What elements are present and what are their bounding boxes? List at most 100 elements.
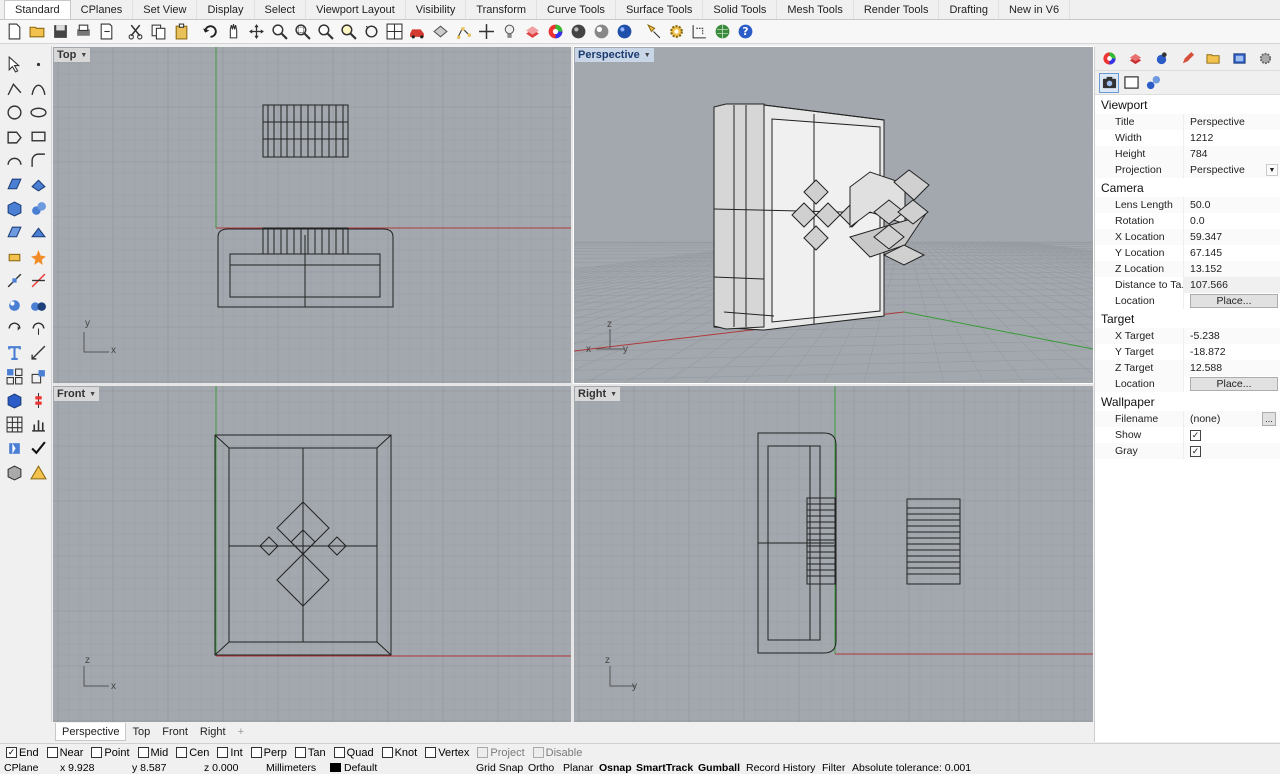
- camera-place-button[interactable]: Place...: [1190, 294, 1278, 308]
- select-icon[interactable]: [430, 21, 451, 42]
- cube-icon[interactable]: [2, 388, 26, 412]
- tab-mesh-tools[interactable]: Mesh Tools: [777, 0, 854, 19]
- shaded-sphere-icon[interactable]: [568, 21, 589, 42]
- paste-icon[interactable]: [171, 21, 192, 42]
- osnap-checkbox[interactable]: [425, 747, 437, 758]
- zoom-selected-icon[interactable]: [338, 21, 359, 42]
- transform-icon[interactable]: [2, 268, 26, 292]
- point-icon[interactable]: [26, 52, 50, 76]
- prop-value-field[interactable]: 67.145: [1183, 245, 1280, 261]
- viewport-perspective[interactable]: z x y Perspective ▼: [573, 46, 1094, 384]
- show-checkbox[interactable]: ✓: [1190, 429, 1201, 441]
- osnap-perp[interactable]: Perp: [250, 747, 287, 759]
- record-history-toggle[interactable]: Record History: [746, 762, 822, 774]
- import-icon[interactable]: [96, 21, 117, 42]
- dimension-icon[interactable]: [26, 340, 50, 364]
- osnap-checkbox[interactable]: [176, 747, 188, 758]
- array-icon[interactable]: [2, 364, 26, 388]
- copy-icon[interactable]: [148, 21, 169, 42]
- tab-select[interactable]: Select: [255, 0, 307, 19]
- prop-value-field[interactable]: 50.0: [1183, 197, 1280, 213]
- prop-value-field[interactable]: 784: [1183, 146, 1280, 162]
- tab-new-in-v6[interactable]: New in V6: [999, 0, 1071, 19]
- osnap-quad[interactable]: Quad: [333, 747, 374, 759]
- settings-gear-icon[interactable]: [1255, 49, 1275, 69]
- viewport-tab-top[interactable]: Top: [126, 723, 156, 741]
- rendered-sphere-icon[interactable]: [591, 21, 612, 42]
- pen-icon[interactable]: [1177, 49, 1197, 69]
- pan-icon[interactable]: [223, 21, 244, 42]
- color-wheel-icon[interactable]: [1099, 49, 1119, 69]
- viewport-frame-icon[interactable]: [1121, 73, 1141, 93]
- prop-value-field[interactable]: Perspective: [1183, 114, 1280, 130]
- four-viewports-icon[interactable]: [384, 21, 405, 42]
- boolean-icon[interactable]: [26, 244, 50, 268]
- tab-viewport-layout[interactable]: Viewport Layout: [306, 0, 406, 19]
- add-viewport-tab-icon[interactable]: +: [232, 723, 250, 741]
- open-file-icon[interactable]: [27, 21, 48, 42]
- circle-icon[interactable]: [2, 100, 26, 124]
- osnap-vertex[interactable]: Vertex: [425, 747, 469, 759]
- snap-grid-icon[interactable]: [689, 21, 710, 42]
- osnap-checkbox[interactable]: [477, 747, 489, 758]
- viewport-label-top[interactable]: Top ▼: [54, 48, 91, 62]
- ellipse-icon[interactable]: [26, 100, 50, 124]
- viewport-label-right[interactable]: Right ▼: [575, 387, 621, 401]
- surface-icon[interactable]: [2, 172, 26, 196]
- osnap-checkbox[interactable]: [333, 747, 345, 758]
- tab-curve-tools[interactable]: Curve Tools: [537, 0, 616, 19]
- tab-solid-tools[interactable]: Solid Tools: [703, 0, 778, 19]
- osnap-checkbox[interactable]: ✓: [6, 747, 17, 758]
- tab-set-view[interactable]: Set View: [133, 0, 198, 19]
- render-spheres-icon[interactable]: [1143, 73, 1163, 93]
- osnap-near[interactable]: Near: [46, 747, 83, 759]
- undo-view-icon[interactable]: [361, 21, 382, 42]
- undo-icon[interactable]: [200, 21, 221, 42]
- warning-icon[interactable]: [26, 460, 50, 484]
- osnap-end[interactable]: ✓ End: [6, 747, 39, 759]
- light-bulb-icon[interactable]: [499, 21, 520, 42]
- globe-icon[interactable]: [712, 21, 733, 42]
- tab-cplanes[interactable]: CPlanes: [71, 0, 134, 19]
- mesh-plane-icon[interactable]: [26, 220, 50, 244]
- camera-icon[interactable]: [1099, 72, 1119, 93]
- solid-icon[interactable]: [2, 292, 26, 316]
- osnap-checkbox[interactable]: [137, 747, 149, 758]
- osnap-checkbox[interactable]: [217, 747, 229, 758]
- check-icon[interactable]: [26, 436, 50, 460]
- osnap-checkbox[interactable]: [250, 747, 262, 758]
- arc-icon[interactable]: [2, 148, 26, 172]
- tab-drafting[interactable]: Drafting: [939, 0, 999, 19]
- viewport-right[interactable]: z y Right ▼: [574, 386, 1093, 722]
- solid-tools-icon[interactable]: [26, 292, 50, 316]
- options-gear-icon[interactable]: [666, 21, 687, 42]
- osnap-checkbox[interactable]: [91, 747, 103, 758]
- rotate-icon[interactable]: [2, 316, 26, 340]
- material-icon[interactable]: [2, 460, 26, 484]
- browse-button[interactable]: ...: [1262, 412, 1276, 426]
- trim-icon[interactable]: [26, 268, 50, 292]
- spheres-icon[interactable]: [26, 196, 50, 220]
- osnap-mid[interactable]: Mid: [137, 747, 168, 759]
- grid-snap-toggle[interactable]: Grid Snap: [476, 762, 528, 774]
- viewport-tab-front[interactable]: Front: [156, 723, 194, 741]
- help-icon[interactable]: ?: [735, 21, 756, 42]
- tab-surface-tools[interactable]: Surface Tools: [616, 0, 704, 19]
- folder-icon[interactable]: [1203, 49, 1223, 69]
- move-icon[interactable]: [476, 21, 497, 42]
- osnap-knot[interactable]: Knot: [381, 747, 417, 759]
- prop-value-field[interactable]: 1212: [1183, 130, 1280, 146]
- tab-display[interactable]: Display: [197, 0, 255, 19]
- render-sphere-icon[interactable]: [614, 21, 635, 42]
- box-icon[interactable]: [2, 196, 26, 220]
- zoom-window-icon[interactable]: [292, 21, 313, 42]
- polyline-icon[interactable]: [2, 76, 26, 100]
- layers-icon[interactable]: [1125, 49, 1145, 69]
- planar-toggle[interactable]: Planar: [563, 762, 599, 774]
- polygon-icon[interactable]: [2, 124, 26, 148]
- viewport-front[interactable]: z x Front ▼: [53, 386, 571, 722]
- gray-checkbox[interactable]: ✓: [1190, 445, 1201, 457]
- mesh-icon[interactable]: [2, 220, 26, 244]
- tab-visibility[interactable]: Visibility: [406, 0, 467, 19]
- car-icon[interactable]: [407, 21, 428, 42]
